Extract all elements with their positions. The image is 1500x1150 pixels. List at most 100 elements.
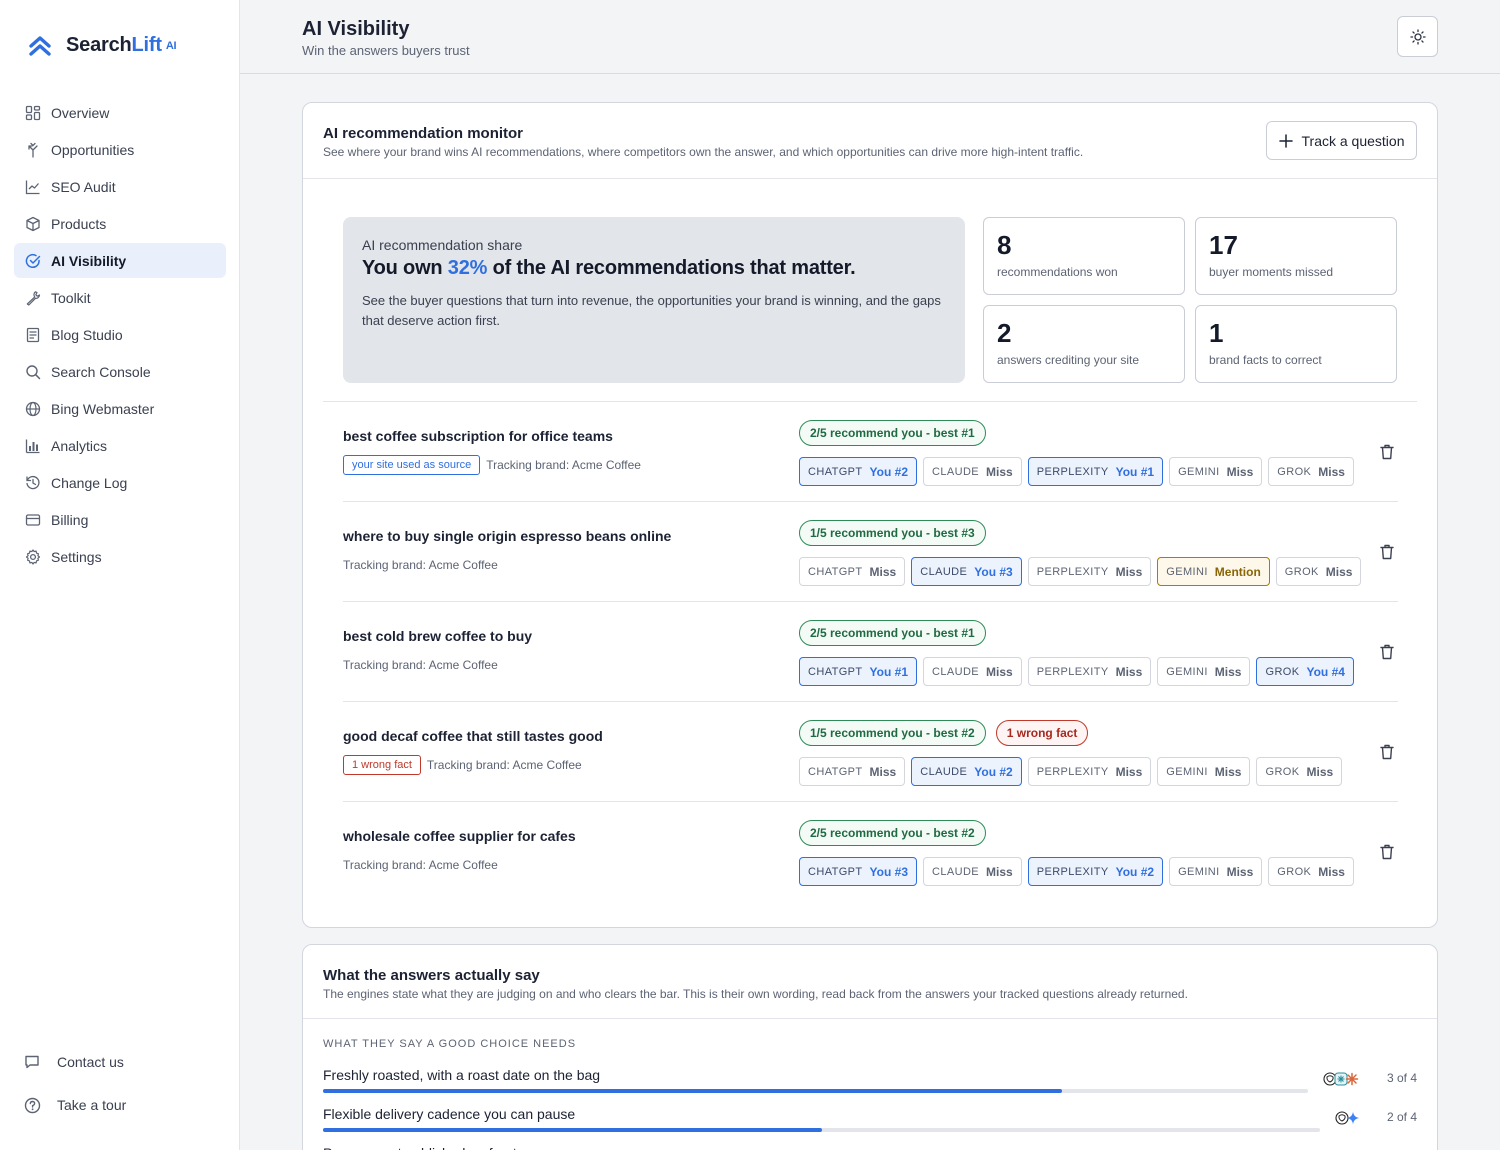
engine-chip-claude[interactable]: CLAUDE You #2 xyxy=(911,757,1022,786)
sidebar-nav: Overview Opportunities SEO Audit Products AI… xyxy=(14,95,226,576)
stat-value: 17 xyxy=(1209,230,1238,260)
engine-chip-gemini[interactable]: GEMINI Miss xyxy=(1157,657,1251,686)
tracking-brand: Tracking brand: Acme Coffee xyxy=(426,758,582,772)
sidebar-item-overview[interactable]: Overview xyxy=(14,95,226,130)
engine-chip-claude[interactable]: CLAUDE Miss xyxy=(923,657,1022,686)
sidebar-item-label: Billing xyxy=(51,511,89,528)
recommend-count-badge: 2/5 recommend you - best #1 xyxy=(799,420,986,446)
answers-title: What the answers actually say xyxy=(323,967,540,984)
question-meta: Tracking brand: Acme Coffee xyxy=(343,655,498,675)
engine-result: You #1 xyxy=(869,664,909,679)
brand-logo[interactable]: SearchLift AI xyxy=(28,34,177,57)
box-icon xyxy=(24,215,42,233)
engine-results: CHATGPT You #3 CLAUDE Miss PERPLEXITY You #2 G… xyxy=(799,857,1354,886)
sidebar-item-bing-webmaster[interactable]: Bing Webmaster xyxy=(14,391,226,426)
engine-result: You #2 xyxy=(1115,864,1155,879)
brand-name: SearchLift AI xyxy=(66,34,177,56)
search-icon xyxy=(24,363,42,381)
sidebar-item-ai-visibility[interactable]: AI Visibility xyxy=(14,243,226,278)
engine-chip-perplexity[interactable]: PERPLEXITY Miss xyxy=(1027,757,1152,786)
engine-chip-grok[interactable]: GROK You #4 xyxy=(1256,657,1354,686)
engine-chip-chatgpt[interactable]: CHATGPT Miss xyxy=(799,557,906,586)
needs-section-heading: WHAT THEY SAY A GOOD CHOICE NEEDS xyxy=(323,1038,577,1050)
engine-name: CLAUDE xyxy=(920,565,968,578)
engine-chip-perplexity[interactable]: PERPLEXITY Miss xyxy=(1027,657,1152,686)
trash-icon[interactable] xyxy=(1378,543,1396,561)
split-arrow-icon xyxy=(24,141,42,159)
engine-chip-grok[interactable]: GROK Miss xyxy=(1268,457,1354,486)
monitor-title: AI recommendation monitor xyxy=(323,125,524,142)
contact-us-link[interactable]: Contact us xyxy=(22,1052,222,1072)
take-tour-link[interactable]: Take a tour xyxy=(22,1095,222,1115)
trash-icon[interactable] xyxy=(1378,643,1396,661)
engine-chip-chatgpt[interactable]: CHATGPT Miss xyxy=(799,757,906,786)
sidebar-item-opportunities[interactable]: Opportunities xyxy=(14,132,226,167)
need-label: Freshly roasted, with a roast date on th… xyxy=(323,1067,601,1083)
question-row: good decaf coffee that still tastes good… xyxy=(343,702,1398,802)
recommendation-share-panel: AI recommendation share You own 32% of t… xyxy=(343,217,965,383)
trash-icon[interactable] xyxy=(1378,743,1396,761)
engine-result: Miss xyxy=(869,564,897,579)
sidebar-item-label: Blog Studio xyxy=(51,326,123,343)
stat-value: 1 xyxy=(1209,318,1224,348)
sidebar-item-label: SEO Audit xyxy=(51,178,116,195)
sidebar-item-label: Overview xyxy=(51,104,110,121)
engine-chip-gemini[interactable]: GEMINI Miss xyxy=(1169,457,1263,486)
engine-chip-perplexity[interactable]: PERPLEXITY You #2 xyxy=(1027,857,1164,886)
wrench-icon xyxy=(24,289,42,307)
engine-name: GEMINI xyxy=(1166,565,1208,578)
engine-chip-claude[interactable]: CLAUDE Miss xyxy=(923,857,1022,886)
engine-result: You #3 xyxy=(974,564,1013,579)
question-text: wholesale coffee supplier for cafes xyxy=(343,828,576,844)
engine-name: GEMINI xyxy=(1178,465,1220,478)
sidebar-item-search-console[interactable]: Search Console xyxy=(14,354,226,389)
history-icon xyxy=(24,474,42,492)
sidebar-item-seo-audit[interactable]: SEO Audit xyxy=(14,169,226,204)
sidebar-item-billing[interactable]: Billing xyxy=(14,502,226,537)
sidebar-item-label: AI Visibility xyxy=(51,252,127,269)
engine-results: CHATGPT You #2 CLAUDE Miss PERPLEXITY You #1 G… xyxy=(799,457,1354,486)
engine-chip-gemini[interactable]: GEMINI Miss xyxy=(1169,857,1263,886)
engine-chip-claude[interactable]: CLAUDE Miss xyxy=(923,457,1022,486)
engine-chip-gemini[interactable]: GEMINI Mention xyxy=(1157,557,1270,586)
need-count: 3 of 4 xyxy=(1386,1071,1417,1085)
engine-name: PERPLEXITY xyxy=(1036,565,1109,578)
engine-chip-chatgpt[interactable]: CHATGPT You #1 xyxy=(799,657,918,686)
engine-name: CLAUDE xyxy=(932,865,980,878)
recommendation-monitor-card: AI recommendation monitor See where your… xyxy=(302,102,1438,928)
track-question-button[interactable]: Track a question xyxy=(1266,121,1417,160)
globe-icon xyxy=(24,400,42,418)
page-subtitle: Win the answers buyers trust xyxy=(302,43,470,58)
sidebar-item-label: Toolkit xyxy=(51,289,91,306)
engine-result: Miss xyxy=(869,764,897,779)
need-progress-track xyxy=(323,1128,1320,1132)
stat-value: 8 xyxy=(997,230,1012,260)
sidebar-item-products[interactable]: Products xyxy=(14,206,226,241)
sidebar-item-toolkit[interactable]: Toolkit xyxy=(14,280,226,315)
recommend-count-badge: 2/5 recommend you - best #2 xyxy=(799,820,986,846)
trash-icon[interactable] xyxy=(1378,843,1396,861)
engine-chip-grok[interactable]: GROK Miss xyxy=(1275,557,1362,586)
bar-chart-icon xyxy=(24,437,42,455)
engine-chip-perplexity[interactable]: PERPLEXITY You #1 xyxy=(1027,457,1164,486)
engine-result: You #4 xyxy=(1306,664,1345,679)
engine-name: GROK xyxy=(1284,565,1319,578)
question-text: best cold brew coffee to buy xyxy=(343,628,533,644)
question-row: best coffee subscription for office team… xyxy=(343,402,1398,502)
engine-chip-grok[interactable]: GROK Miss xyxy=(1256,757,1343,786)
sidebar-item-blog-studio[interactable]: Blog Studio xyxy=(14,317,226,352)
sidebar-item-analytics[interactable]: Analytics xyxy=(14,428,226,463)
chat-bubble-icon xyxy=(22,1052,42,1072)
sidebar-item-settings[interactable]: Settings xyxy=(14,539,226,574)
engine-chip-gemini[interactable]: GEMINI Miss xyxy=(1157,757,1251,786)
engine-chip-grok[interactable]: GROK Miss xyxy=(1268,857,1354,886)
stat-card-crediting: 2 answers crediting your site xyxy=(983,305,1185,383)
sidebar-item-change-log[interactable]: Change Log xyxy=(14,465,226,500)
engine-chip-perplexity[interactable]: PERPLEXITY Miss xyxy=(1027,557,1152,586)
claude-icon xyxy=(1345,1072,1359,1086)
engine-chip-claude[interactable]: CLAUDE You #3 xyxy=(911,557,1022,586)
trash-icon[interactable] xyxy=(1378,443,1396,461)
engine-chip-chatgpt[interactable]: CHATGPT You #2 xyxy=(799,457,918,486)
engine-chip-chatgpt[interactable]: CHATGPT You #3 xyxy=(799,857,918,886)
theme-toggle-button[interactable] xyxy=(1397,16,1438,57)
